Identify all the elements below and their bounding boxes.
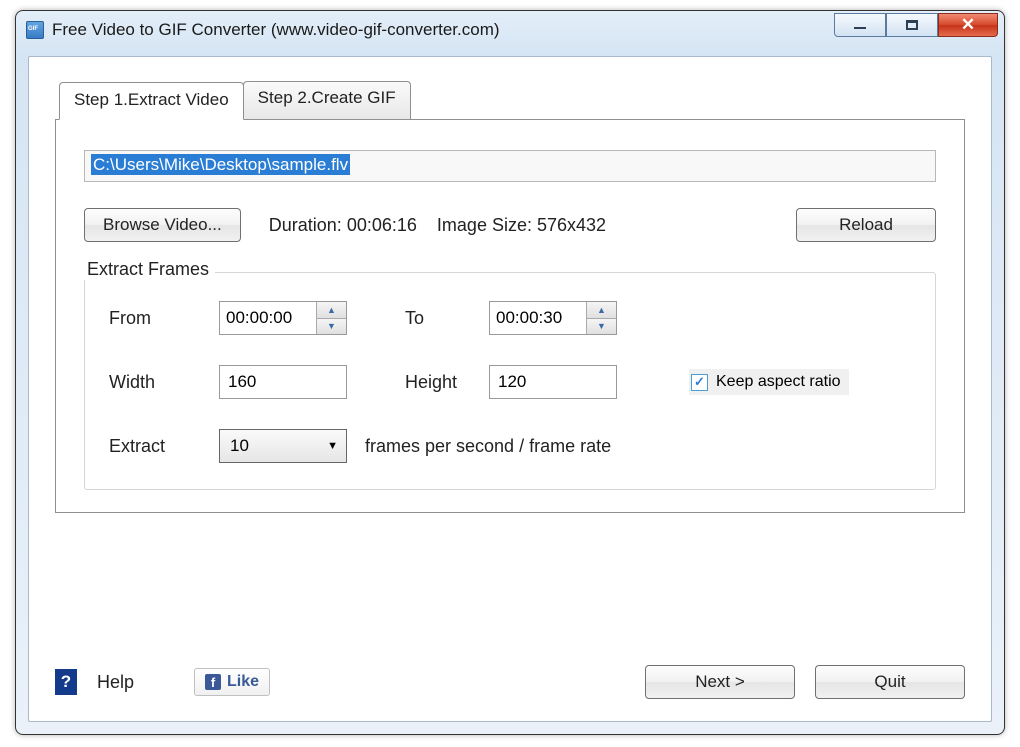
titlebar[interactable]: Free Video to GIF Converter (www.video-g… (16, 11, 1004, 49)
like-label: Like (227, 673, 259, 691)
to-spinner[interactable]: ▲ ▼ (489, 301, 617, 335)
width-input[interactable] (219, 365, 347, 399)
from-spinner[interactable]: ▲ ▼ (219, 301, 347, 335)
extract-frames-group: Extract Frames From ▲ ▼ To ▲ (84, 272, 936, 490)
tab-step1[interactable]: Step 1.Extract Video (59, 82, 244, 120)
image-size-label: Image Size: (437, 215, 532, 235)
keep-ratio-label: Keep aspect ratio (716, 373, 841, 391)
help-icon[interactable]: ? (55, 669, 77, 695)
close-icon: ✕ (961, 15, 975, 35)
to-spin-buttons[interactable]: ▲ ▼ (586, 302, 616, 334)
height-input[interactable] (489, 365, 617, 399)
height-label: Height (379, 372, 489, 393)
tab-step2[interactable]: Step 2.Create GIF (243, 81, 411, 119)
tab-panel-step1: C:\Users\Mike\Desktop\sample.flv Browse … (55, 119, 965, 513)
group-title: Extract Frames (81, 259, 215, 280)
fps-label: frames per second / frame rate (365, 436, 611, 457)
fb-like-button[interactable]: f Like (194, 668, 270, 696)
file-row: Browse Video... Duration: 00:06:16 Image… (84, 208, 936, 242)
minimize-icon (854, 27, 866, 29)
from-label: From (109, 308, 219, 329)
file-path-input[interactable]: C:\Users\Mike\Desktop\sample.flv (84, 150, 936, 182)
main-window: Free Video to GIF Converter (www.video-g… (15, 10, 1005, 735)
client-area: Step 1.Extract Video Step 2.Create GIF C… (28, 56, 992, 722)
checkbox-icon: ✓ (691, 374, 708, 391)
duration-value: 00:06:16 (347, 215, 417, 235)
maximize-button[interactable] (886, 13, 938, 37)
window-controls: ✕ (834, 18, 998, 42)
chevron-down-icon: ▼ (327, 440, 338, 452)
window-title: Free Video to GIF Converter (www.video-g… (52, 20, 500, 40)
app-icon (26, 21, 44, 39)
image-size-value: 576x432 (537, 215, 606, 235)
next-button[interactable]: Next > (645, 665, 795, 699)
bottom-bar: ? Help f Like Next > Quit (55, 665, 965, 699)
help-label[interactable]: Help (97, 672, 134, 693)
browse-video-button[interactable]: Browse Video... (84, 208, 241, 242)
tab-strip: Step 1.Extract Video Step 2.Create GIF (59, 81, 965, 119)
spin-down-icon[interactable]: ▼ (316, 319, 346, 335)
duration-label: Duration: (269, 215, 342, 235)
reload-button[interactable]: Reload (796, 208, 936, 242)
to-label: To (379, 308, 489, 329)
minimize-button[interactable] (834, 13, 886, 37)
from-spin-buttons[interactable]: ▲ ▼ (316, 302, 346, 334)
from-input[interactable] (220, 302, 316, 334)
to-input[interactable] (490, 302, 586, 334)
checkmark-icon: ✓ (694, 374, 705, 390)
maximize-icon (906, 20, 918, 30)
quit-button[interactable]: Quit (815, 665, 965, 699)
width-label: Width (109, 372, 219, 393)
close-button[interactable]: ✕ (938, 13, 998, 37)
extract-label: Extract (109, 436, 219, 457)
spin-down-icon[interactable]: ▼ (586, 319, 616, 335)
facebook-icon: f (205, 674, 221, 690)
framerate-value: 10 (230, 436, 249, 456)
spin-up-icon[interactable]: ▲ (586, 302, 616, 319)
framerate-dropdown[interactable]: 10 ▼ (219, 429, 347, 463)
keep-aspect-ratio-check[interactable]: ✓ Keep aspect ratio (689, 369, 849, 395)
duration-info: Duration: 00:06:16 Image Size: 576x432 (269, 215, 606, 236)
spin-up-icon[interactable]: ▲ (316, 302, 346, 319)
file-path-text: C:\Users\Mike\Desktop\sample.flv (91, 154, 350, 175)
